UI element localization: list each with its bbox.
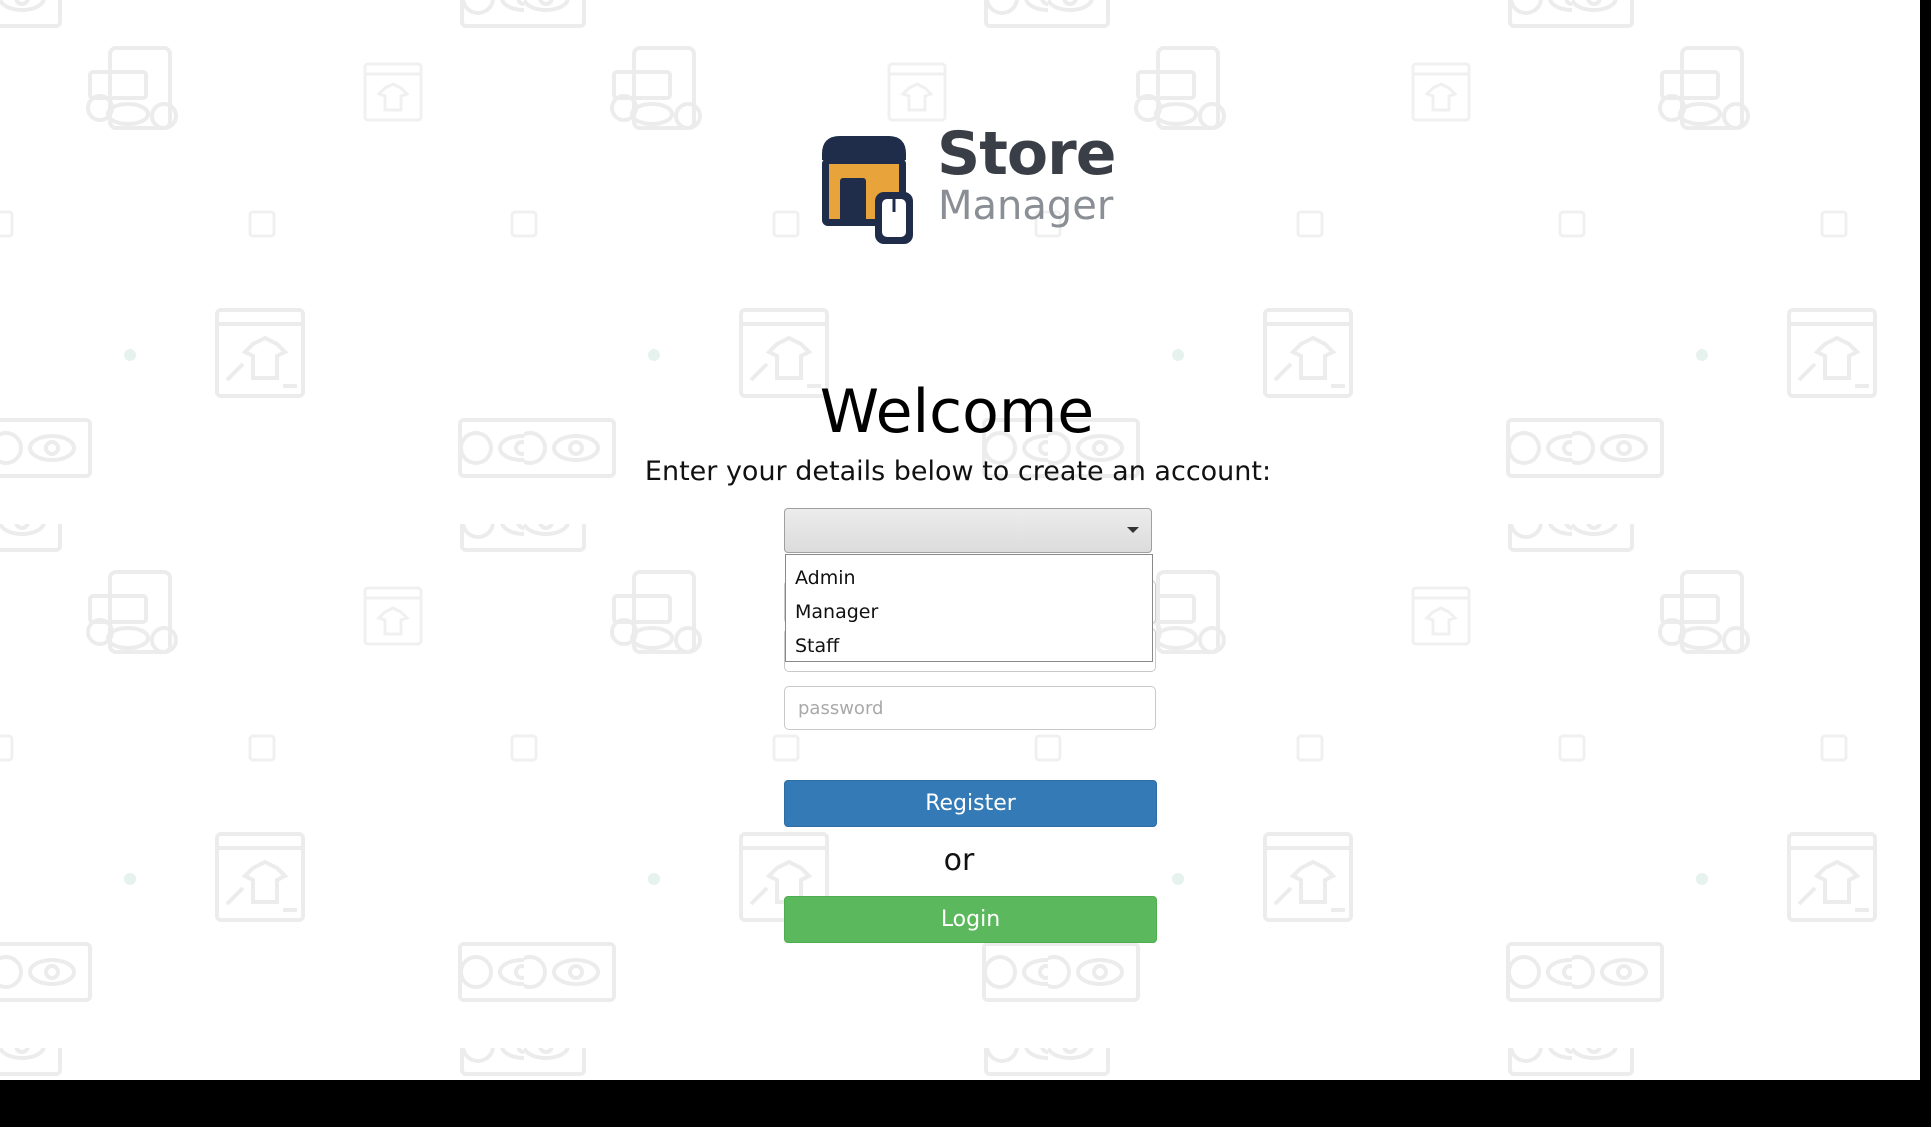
welcome-heading: Welcome (819, 377, 1095, 447)
role-option-manager[interactable]: Manager (786, 595, 1152, 629)
register-page: Store Manager Welcome Enter your details… (0, 0, 1920, 1080)
screen-bottom-bar (0, 1080, 1931, 1127)
role-option-admin[interactable]: Admin (786, 561, 1152, 595)
role-dropdown-list: Admin Manager Staff (785, 554, 1153, 662)
login-button[interactable]: Login (784, 896, 1157, 943)
create-account-instructions: Enter your details below to create an ac… (644, 456, 1272, 487)
brand-subtitle: Manager (938, 183, 1114, 229)
role-option-staff[interactable]: Staff (786, 629, 1152, 663)
password-field[interactable] (784, 686, 1156, 730)
role-select[interactable] (784, 508, 1152, 553)
brand-title: Store (937, 119, 1116, 189)
chevron-down-icon (1127, 527, 1139, 533)
register-button[interactable]: Register (784, 780, 1157, 827)
or-separator: or (943, 843, 975, 878)
